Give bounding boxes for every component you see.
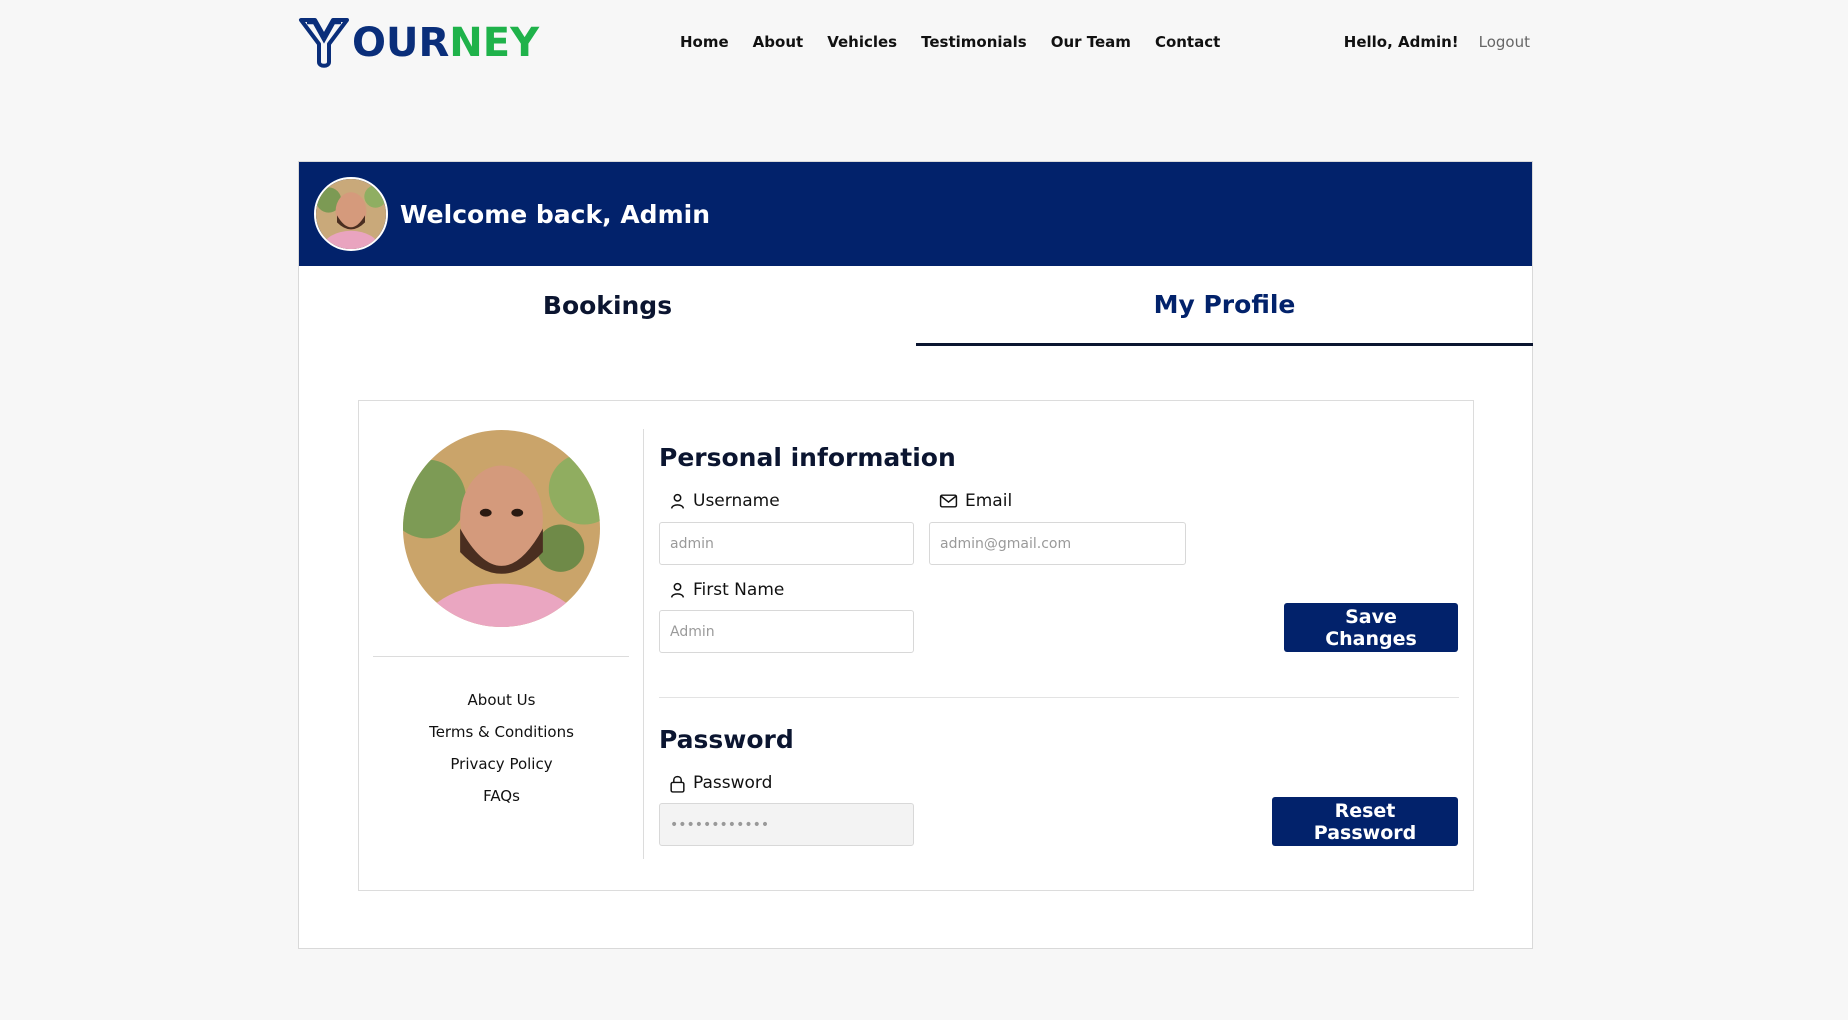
sidebar-links: About Us Terms & Conditions Privacy Poli… (359, 684, 644, 812)
save-changes-button[interactable]: Save Changes (1284, 603, 1458, 652)
link-terms-conditions[interactable]: Terms & Conditions (359, 716, 644, 748)
nav-link-our-team[interactable]: Our Team (1051, 30, 1131, 54)
welcome-banner: Welcome back, Admin (299, 162, 1532, 266)
avatar-photo-icon (316, 179, 386, 249)
nav-link-home[interactable]: Home (680, 30, 729, 54)
profile-photo (403, 430, 600, 627)
profile-form: Personal information Username Email Firs… (659, 401, 1459, 890)
password-title: Password (659, 725, 794, 754)
nav-link-testimonials[interactable]: Testimonials (921, 30, 1027, 54)
profile-sidebar: About Us Terms & Conditions Privacy Poli… (359, 401, 644, 890)
first-name-label: First Name (669, 580, 784, 600)
link-privacy-policy[interactable]: Privacy Policy (359, 748, 644, 780)
brand-logo[interactable]: OURNEY (298, 14, 539, 72)
user-greeting: Hello, Admin! (1343, 33, 1459, 51)
link-about-us[interactable]: About Us (359, 684, 644, 716)
password-field[interactable] (659, 803, 914, 846)
brand-wordmark: OURNEY (352, 20, 540, 66)
email-field[interactable] (929, 522, 1186, 565)
top-navbar: OURNEY Home About Vehicles Testimonials … (0, 0, 1848, 90)
user-icon (670, 493, 685, 509)
nav-link-contact[interactable]: Contact (1155, 30, 1220, 54)
lock-icon (670, 775, 685, 793)
nav-link-about[interactable]: About (753, 30, 804, 54)
personal-info-title: Personal information (659, 443, 956, 472)
tab-my-profile[interactable]: My Profile (916, 266, 1533, 346)
tab-bar: Bookings My Profile (299, 266, 1533, 346)
logout-link[interactable]: Logout (1479, 30, 1530, 54)
username-field[interactable] (659, 522, 914, 565)
y-logo-icon (299, 18, 349, 68)
tab-bookings[interactable]: Bookings (299, 266, 916, 344)
password-label: Password (669, 773, 772, 793)
column-divider (643, 429, 644, 859)
form-divider (659, 697, 1459, 698)
avatar (314, 177, 388, 251)
account-card: Welcome back, Admin Bookings My Profile (298, 161, 1533, 949)
reset-password-button[interactable]: Reset Password (1272, 797, 1458, 846)
profile-photo-icon (403, 430, 600, 627)
user-area: Hello, Admin! Logout (1344, 30, 1530, 54)
welcome-heading: Welcome back, Admin (400, 199, 710, 229)
username-label: Username (669, 491, 780, 511)
profile-panel: About Us Terms & Conditions Privacy Poli… (358, 400, 1474, 891)
main-nav: Home About Vehicles Testimonials Our Tea… (680, 30, 1244, 54)
link-faqs[interactable]: FAQs (359, 780, 644, 812)
first-name-field[interactable] (659, 610, 914, 653)
user-icon (670, 582, 685, 598)
mail-icon (939, 494, 958, 508)
sidebar-divider (373, 656, 629, 657)
email-label: Email (939, 491, 1012, 511)
nav-link-vehicles[interactable]: Vehicles (827, 30, 897, 54)
